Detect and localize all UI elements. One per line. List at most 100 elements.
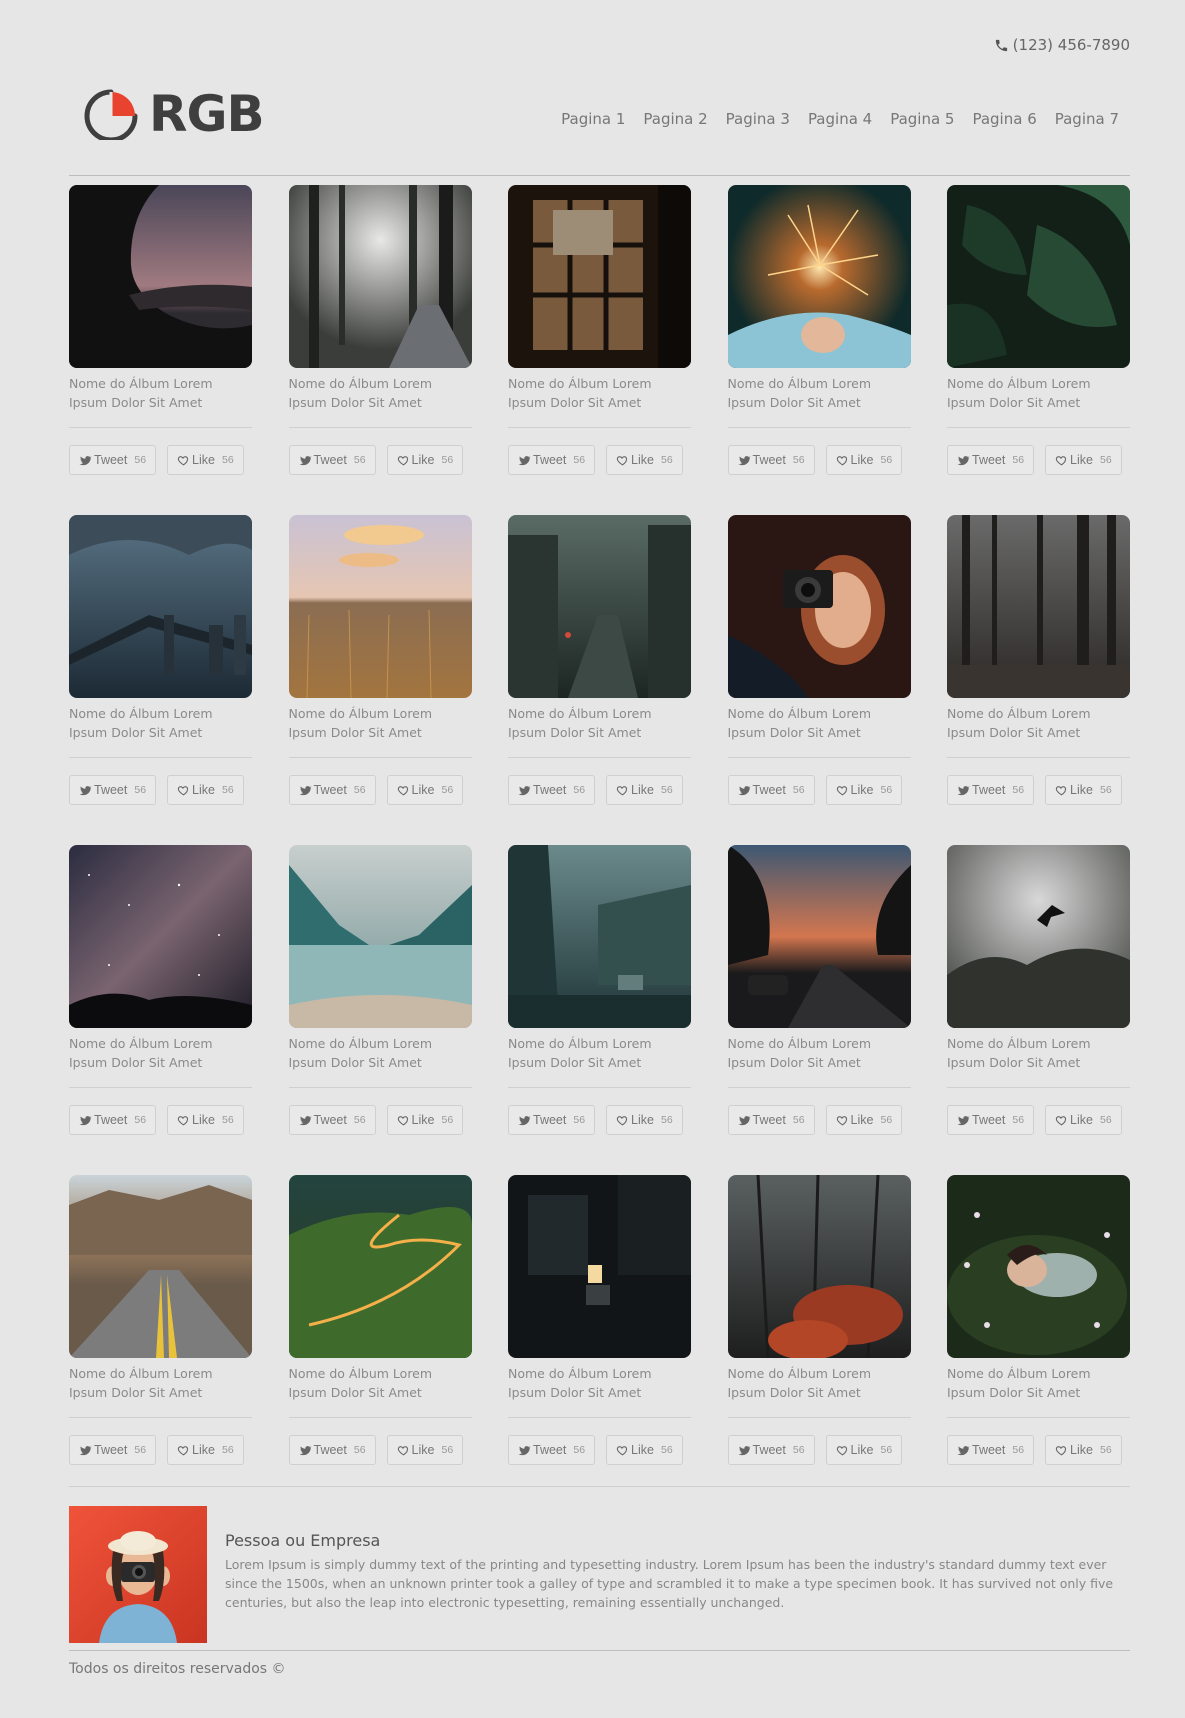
- like-button[interactable]: Like 56: [167, 445, 244, 475]
- like-button[interactable]: Like 56: [167, 1435, 244, 1465]
- album-divider: [508, 757, 691, 758]
- like-button[interactable]: Like 56: [825, 445, 903, 475]
- like-button[interactable]: Like 56: [386, 1105, 464, 1135]
- album-thumbnail[interactable]: [69, 845, 252, 1028]
- heart-icon: [397, 785, 408, 795]
- tweet-button[interactable]: Tweet 56: [508, 1435, 596, 1465]
- like-button[interactable]: Like 56: [386, 1435, 464, 1465]
- nav-pagina-5[interactable]: Pagina 5: [890, 110, 954, 128]
- like-label: Like: [192, 783, 215, 797]
- twitter-bird-icon: [298, 455, 312, 465]
- like-button[interactable]: Like 56: [825, 775, 903, 805]
- like-button[interactable]: Like 56: [606, 775, 683, 805]
- album-thumbnail[interactable]: [508, 515, 691, 698]
- heart-icon: [177, 1115, 189, 1125]
- album-thumbnail[interactable]: [947, 515, 1130, 698]
- like-label: Like: [411, 1443, 435, 1457]
- album-card: Nome do Álbum Lorem Ipsum Dolor Sit Amet…: [947, 185, 1130, 515]
- like-button[interactable]: Like 56: [386, 775, 464, 805]
- like-button[interactable]: Like 56: [1045, 445, 1122, 475]
- album-thumbnail[interactable]: [947, 845, 1130, 1028]
- album-thumbnail[interactable]: [69, 515, 252, 698]
- like-button[interactable]: Like 56: [1045, 1435, 1122, 1465]
- tweet-button[interactable]: Tweet 56: [69, 1105, 157, 1135]
- like-button[interactable]: Like 56: [167, 1105, 244, 1135]
- like-button[interactable]: Like 56: [606, 1105, 683, 1135]
- like-count: 56: [441, 784, 454, 796]
- album-actions: Tweet 56 Like 56: [727, 1435, 911, 1465]
- like-button[interactable]: Like 56: [606, 1435, 683, 1465]
- tweet-label: Tweet: [94, 783, 128, 797]
- album-thumbnail[interactable]: [727, 845, 911, 1028]
- album-thumbnail[interactable]: [947, 185, 1130, 368]
- album-card: Nome do Álbum Lorem Ipsum Dolor Sit Amet…: [508, 845, 691, 1175]
- tweet-button[interactable]: Tweet 56: [727, 775, 815, 805]
- tweet-button[interactable]: Tweet 56: [727, 1105, 815, 1135]
- like-label: Like: [631, 1443, 654, 1457]
- album-thumbnail[interactable]: [727, 1175, 911, 1358]
- album-thumbnail[interactable]: [288, 185, 472, 368]
- tweet-button[interactable]: Tweet 56: [727, 1435, 815, 1465]
- nav-pagina-4[interactable]: Pagina 4: [808, 110, 872, 128]
- logo[interactable]: RGB: [81, 88, 265, 140]
- like-button[interactable]: Like 56: [825, 1105, 903, 1135]
- album-thumbnail[interactable]: [947, 1175, 1130, 1358]
- like-button[interactable]: Like 56: [1045, 775, 1122, 805]
- album-thumbnail[interactable]: [508, 845, 691, 1028]
- main-nav: Pagina 1 Pagina 2 Pagina 3 Pagina 4 Pagi…: [561, 110, 1119, 128]
- album-thumbnail[interactable]: [69, 1175, 252, 1358]
- album-thumbnail[interactable]: [727, 515, 911, 698]
- twitter-bird-icon: [737, 1115, 751, 1125]
- like-button[interactable]: Like 56: [386, 445, 464, 475]
- twitter-bird-icon: [518, 455, 531, 465]
- heart-icon: [397, 1445, 408, 1455]
- tweet-button[interactable]: Tweet 56: [69, 445, 157, 475]
- album-card: Nome do Álbum Lorem Ipsum Dolor Sit Amet…: [69, 185, 252, 515]
- tweet-count: 56: [573, 454, 586, 466]
- tweet-label: Tweet: [533, 1443, 567, 1457]
- album-thumbnail[interactable]: [508, 1175, 691, 1358]
- album-image: [727, 515, 911, 698]
- nav-pagina-6[interactable]: Pagina 6: [972, 110, 1036, 128]
- album-caption: Nome do Álbum Lorem Ipsum Dolor Sit Amet: [727, 1366, 872, 1400]
- album-thumbnail[interactable]: [727, 185, 911, 368]
- heart-icon: [1055, 1445, 1067, 1455]
- tweet-button[interactable]: Tweet 56: [508, 1105, 596, 1135]
- nav-pagina-3[interactable]: Pagina 3: [726, 110, 790, 128]
- tweet-button[interactable]: Tweet 56: [288, 1105, 376, 1135]
- nav-pagina-1[interactable]: Pagina 1: [561, 110, 625, 128]
- like-button[interactable]: Like 56: [825, 1435, 903, 1465]
- tweet-button[interactable]: Tweet 56: [508, 445, 596, 475]
- tweet-button[interactable]: Tweet 56: [69, 775, 157, 805]
- album-thumbnail[interactable]: [508, 185, 691, 368]
- album-thumbnail[interactable]: [288, 845, 472, 1028]
- tweet-button[interactable]: Tweet 56: [727, 445, 815, 475]
- tweet-label: Tweet: [972, 1443, 1006, 1457]
- nav-pagina-2[interactable]: Pagina 2: [643, 110, 707, 128]
- like-button[interactable]: Like 56: [1045, 1105, 1122, 1135]
- album-actions: Tweet 56 Like 56: [947, 445, 1130, 475]
- tweet-button[interactable]: Tweet 56: [947, 1435, 1035, 1465]
- album-image: [947, 515, 1130, 698]
- album-card: Nome do Álbum Lorem Ipsum Dolor Sit Amet…: [727, 845, 911, 1175]
- nav-pagina-7[interactable]: Pagina 7: [1055, 110, 1119, 128]
- tweet-button[interactable]: Tweet 56: [288, 445, 376, 475]
- tweet-button[interactable]: Tweet 56: [288, 775, 376, 805]
- tweet-button[interactable]: Tweet 56: [947, 1105, 1035, 1135]
- tweet-button[interactable]: Tweet 56: [947, 445, 1035, 475]
- like-button[interactable]: Like 56: [167, 775, 244, 805]
- tweet-button[interactable]: Tweet 56: [947, 775, 1035, 805]
- album-actions: Tweet 56 Like 56: [69, 1105, 252, 1135]
- album-thumbnail[interactable]: [69, 185, 252, 368]
- album-thumbnail[interactable]: [288, 515, 472, 698]
- like-button[interactable]: Like 56: [606, 445, 683, 475]
- album-divider: [508, 1087, 691, 1088]
- phone-contact: (123) 456-7890: [994, 36, 1130, 54]
- tweet-count: 56: [792, 1114, 805, 1126]
- tweet-count: 56: [134, 454, 147, 466]
- like-label: Like: [850, 1443, 874, 1457]
- tweet-button[interactable]: Tweet 56: [69, 1435, 157, 1465]
- album-thumbnail[interactable]: [288, 1175, 472, 1358]
- tweet-button[interactable]: Tweet 56: [508, 775, 596, 805]
- tweet-button[interactable]: Tweet 56: [288, 1435, 376, 1465]
